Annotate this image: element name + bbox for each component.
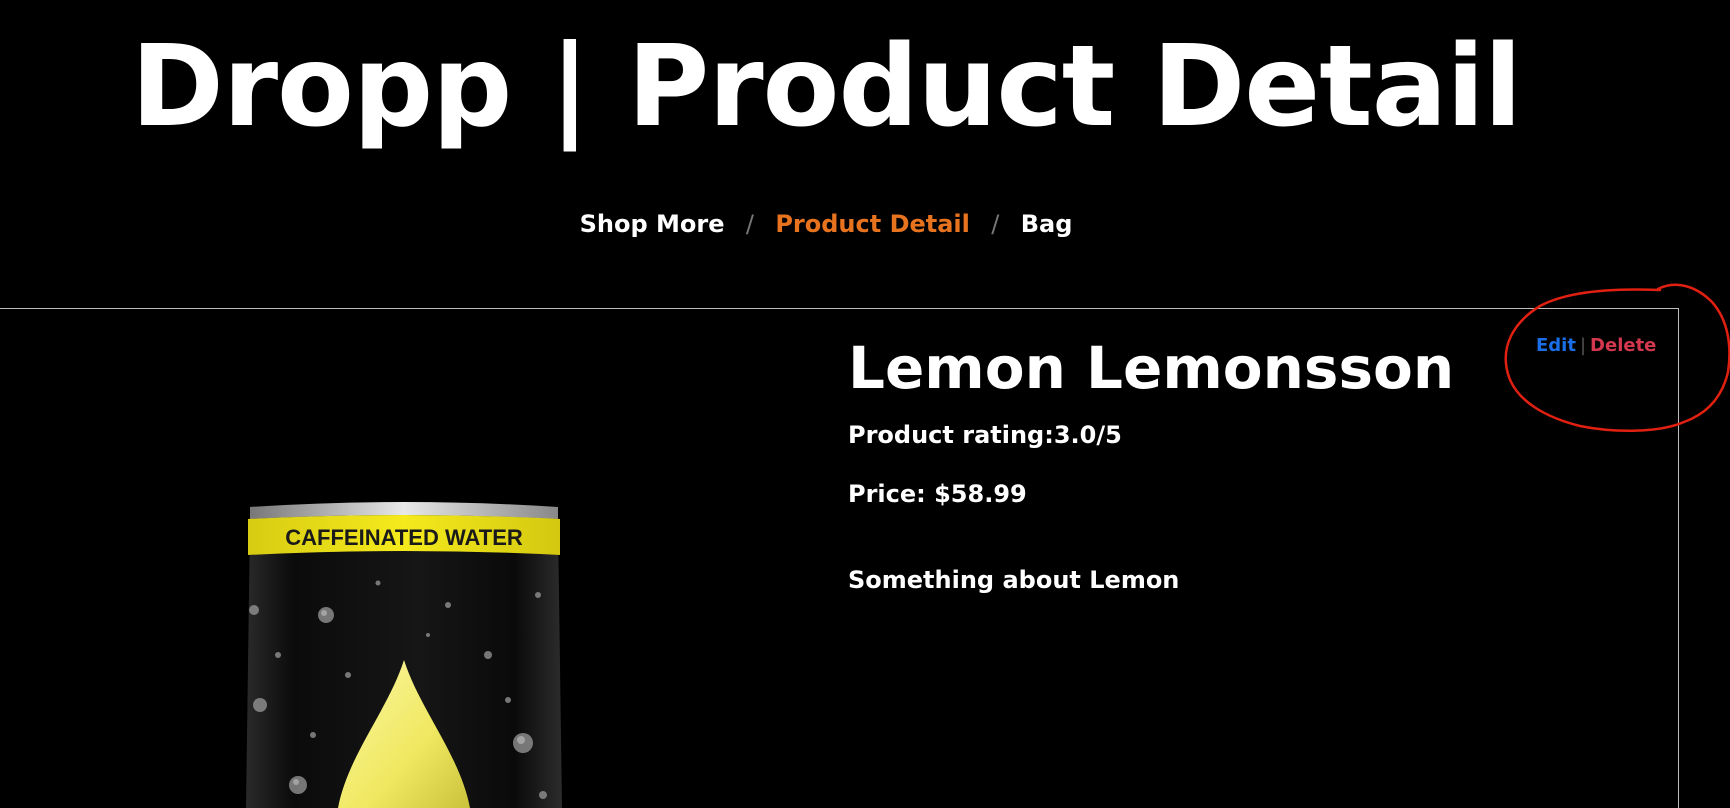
breadcrumb-separator: /	[991, 210, 1000, 238]
page-title: Dropp | Product Detail	[130, 22, 1522, 152]
breadcrumb-shop-more[interactable]: Shop More	[580, 210, 725, 238]
breadcrumb-separator: /	[745, 210, 754, 238]
can-band-text: CAFFEINATED WATER	[285, 525, 523, 550]
breadcrumb-bag[interactable]: Bag	[1021, 210, 1073, 238]
product-rating: Product rating:3.0/5	[848, 421, 1122, 449]
page: Dropp | Product Detail Shop More / Produ…	[0, 0, 1730, 808]
product-description: Something about Lemon	[848, 566, 1180, 594]
product-name: Lemon Lemonsson	[848, 334, 1455, 402]
edit-link[interactable]: Edit	[1536, 335, 1576, 356]
delete-link[interactable]: Delete	[1590, 335, 1656, 356]
breadcrumb: Shop More / Product Detail / Bag	[0, 204, 1652, 244]
breadcrumb-product-detail[interactable]: Product Detail	[775, 210, 970, 238]
product-image: CAFFEINATED WATER	[238, 495, 570, 808]
action-separator: |	[1579, 335, 1587, 356]
product-price: Price: $58.99	[848, 480, 1027, 508]
admin-actions: Edit | Delete	[1536, 333, 1656, 359]
